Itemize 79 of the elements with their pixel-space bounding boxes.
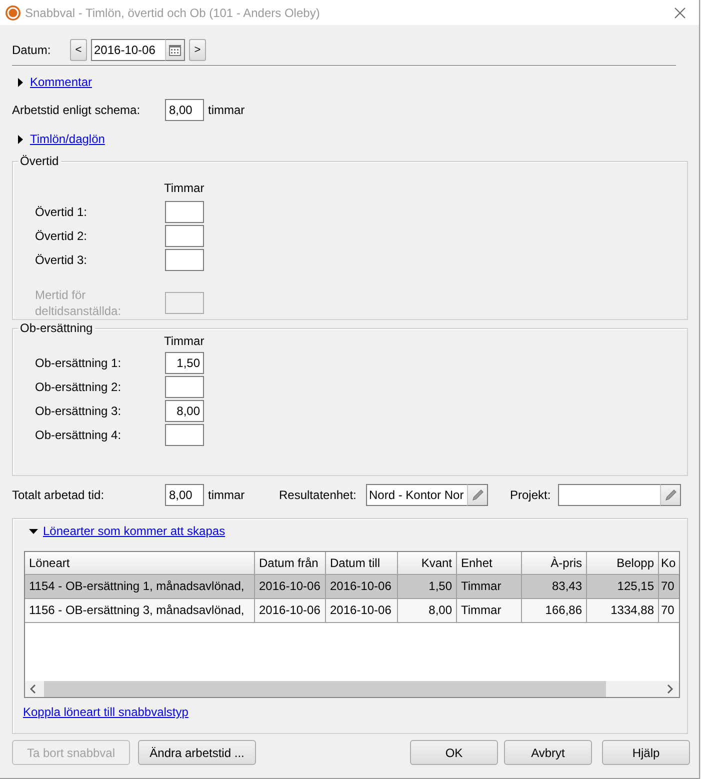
field-label: Övertid 1: <box>35 205 88 219</box>
expander-link[interactable]: Kommentar <box>30 75 92 89</box>
table-cell: Timmar <box>457 599 522 622</box>
dialog-button[interactable]: Hjälp <box>602 740 690 765</box>
table-cell: 2016-10-06 <box>326 599 398 622</box>
app-icon <box>5 4 21 20</box>
column-header[interactable]: Datum från <box>255 552 326 575</box>
expander-link[interactable]: Timlön/daglön <box>30 132 105 146</box>
table-cell: 2016-10-06 <box>255 575 326 598</box>
table-cell: 125,15 <box>587 575 659 598</box>
table-cell-text: 70 <box>660 602 676 619</box>
calendar-icon <box>169 44 181 56</box>
field-label: Övertid 3: <box>35 253 88 267</box>
table-cell: Timmar <box>457 575 522 598</box>
window-title: Snabbval - Timlön, övertid och Ob (101 - Anders Oleby) <box>25 6 321 20</box>
table-cell: 1156 - OB-ersättning 3, månadsavlönad, <box>25 599 255 622</box>
hours-field[interactable] <box>165 201 204 223</box>
expander-link[interactable]: Lönearter som kommer att skapas <box>43 524 226 538</box>
scroll-right-icon <box>667 684 673 694</box>
hours-field[interactable]: 1,50 <box>165 352 204 374</box>
edit-button[interactable] <box>467 484 488 506</box>
project-field[interactable] <box>558 484 660 506</box>
pencil-icon <box>664 488 678 502</box>
table-cell: 166,86 <box>522 599 587 622</box>
group-title: Ob-ersättning <box>18 321 95 335</box>
column-header[interactable]: Löneart <box>25 552 255 575</box>
column-header[interactable]: Ko <box>659 552 679 575</box>
dialog-button[interactable]: Ändra arbetstid ... <box>138 740 256 765</box>
field-label: Mertid för deltidsanställda: <box>35 287 122 319</box>
link[interactable]: Koppla löneart till snabbvalstyp <box>23 704 188 720</box>
table-cell-text: 70 <box>660 578 676 595</box>
field-label: Ob-ersättning 3: <box>35 404 122 418</box>
column-header[interactable]: Datum till <box>326 552 398 575</box>
hours-field[interactable] <box>165 225 204 247</box>
pencil-icon <box>470 488 484 502</box>
table-cell: 8,00 <box>398 599 457 622</box>
hours-field[interactable] <box>165 249 204 271</box>
field-label: Totalt arbetad tid: <box>12 488 106 502</box>
next-day-button[interactable]: > <box>189 39 206 61</box>
dialog-button[interactable]: OK <box>410 740 498 765</box>
field-label: Resultatenhet: <box>279 488 358 502</box>
hours-field <box>165 292 204 314</box>
column-header[interactable]: Belopp <box>587 552 659 575</box>
hours-field[interactable] <box>165 376 204 398</box>
close-icon[interactable] <box>674 6 686 18</box>
table-cell: 83,43 <box>522 575 587 598</box>
field-label: Datum: <box>12 43 52 57</box>
table-cell: 2016-10-06 <box>326 575 398 598</box>
edit-button[interactable] <box>660 484 681 506</box>
column-header[interactable]: Kvant <box>398 552 457 575</box>
hours-field[interactable]: 8,00 <box>165 99 204 121</box>
table-cell: 1334,88 <box>587 599 659 622</box>
field-label: Ob-ersättning 1: <box>35 356 122 370</box>
table-cell: 2016-10-06 <box>255 599 326 622</box>
unit-label: timmar <box>208 488 246 502</box>
dialog-button[interactable]: Avbryt <box>504 740 592 765</box>
hours-field[interactable] <box>165 424 204 446</box>
result-unit-field[interactable]: Nord - Kontor Nor <box>366 484 467 506</box>
unit-label: timmar <box>208 103 246 117</box>
date-field[interactable]: 2016-10-06 <box>91 39 165 61</box>
column-header: Timmar <box>164 181 206 195</box>
group-title: Övertid <box>18 154 61 168</box>
column-header: Timmar <box>164 334 206 348</box>
table-cell: 1154 - OB-ersättning 1, månadsavlönad, <box>25 575 255 598</box>
calendar-button[interactable] <box>165 39 185 61</box>
field-label: Ob-ersättning 2: <box>35 380 122 394</box>
hours-field[interactable]: 8,00 <box>165 400 204 422</box>
field-label: Arbetstid enligt schema: <box>12 103 142 117</box>
column-header[interactable]: Enhet <box>457 552 522 575</box>
hours-field[interactable]: 8,00 <box>165 484 204 506</box>
previous-day-button[interactable]: < <box>70 39 87 61</box>
field-label: Projekt: <box>510 488 552 502</box>
table-row[interactable]: 1154 - OB-ersättning 1, månadsavlönad, 2016-10-06 2016-10-06 1,50 Timmar 83,43 125,15 70 <box>25 575 679 599</box>
table-row[interactable]: 1156 - OB-ersättning 3, månadsavlönad, 2016-10-06 2016-10-06 8,00 Timmar 166,86 1334,88 70 <box>25 599 679 623</box>
table-cell: 1,50 <box>398 575 457 598</box>
column-header[interactable]: À-pris <box>522 552 587 575</box>
field-label: Ob-ersättning 4: <box>35 428 122 442</box>
field-label: Övertid 2: <box>35 229 88 243</box>
scroll-left-icon <box>30 684 36 694</box>
